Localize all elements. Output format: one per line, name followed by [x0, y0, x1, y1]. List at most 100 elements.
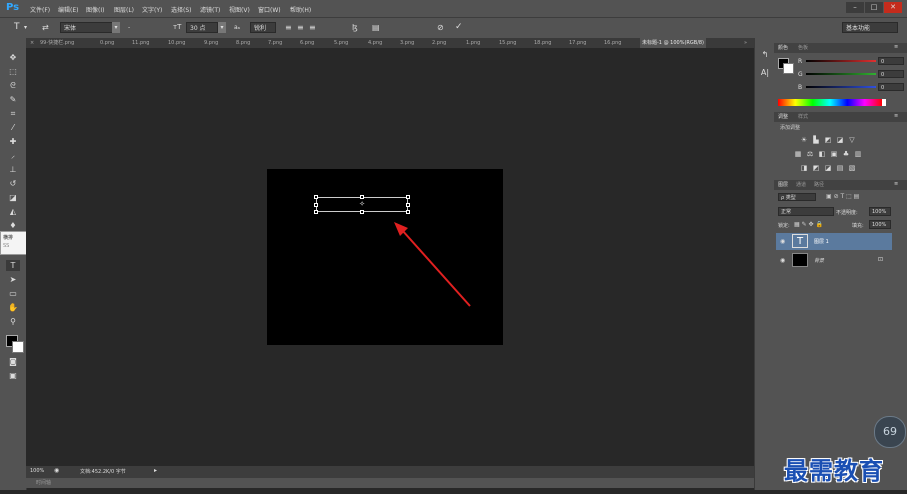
- tab-overflow-icon[interactable]: »: [744, 38, 747, 48]
- posterize-icon[interactable]: ◩: [812, 165, 820, 172]
- tab-color[interactable]: 颜色: [778, 44, 788, 51]
- tab-adjustments[interactable]: 调整: [778, 113, 788, 120]
- menu-view[interactable]: 视图(V): [229, 5, 250, 14]
- eyedropper-tool-icon[interactable]: ⁄: [6, 122, 20, 133]
- healing-brush-tool-icon[interactable]: ✚: [6, 136, 20, 147]
- bg-color-chip[interactable]: [783, 63, 794, 74]
- levels-icon[interactable]: ▙: [812, 137, 820, 144]
- menu-help[interactable]: 帮助(H): [290, 5, 311, 14]
- horizontal-type-tool-icon[interactable]: T: [6, 260, 20, 271]
- maximize-button[interactable]: □: [865, 2, 883, 13]
- white-swatch[interactable]: [882, 99, 886, 106]
- background-color-swatch[interactable]: [12, 341, 24, 353]
- layer-kind-filter[interactable]: ρ 类型: [778, 193, 816, 201]
- document-tab-active[interactable]: 未标题-1 @ 100%(RGB/8): [640, 38, 707, 48]
- document-tab[interactable]: 99-快捷栏.png: [40, 38, 74, 48]
- color-spectrum-bar[interactable]: [778, 99, 882, 106]
- transform-handle[interactable]: [360, 195, 364, 199]
- quick-mask-icon[interactable]: ◙: [6, 356, 20, 367]
- font-size-select[interactable]: 30 点: [186, 22, 218, 33]
- antialias-select[interactable]: 锐利: [250, 22, 276, 33]
- gradient-map-icon[interactable]: ▤: [836, 165, 844, 172]
- document-tab[interactable]: 2.png: [432, 38, 446, 48]
- panel-menu-icon[interactable]: ≡: [894, 181, 898, 187]
- blue-slider[interactable]: [806, 86, 876, 88]
- lasso-tool-icon[interactable]: ᘓ: [6, 80, 20, 91]
- font-style-select[interactable]: -: [128, 22, 130, 33]
- document-tab[interactable]: 10.png: [168, 38, 185, 48]
- photo-filter-icon[interactable]: ▣: [830, 151, 838, 158]
- font-family-select[interactable]: 宋体: [60, 22, 118, 33]
- font-size-dropdown-icon[interactable]: ▾: [218, 22, 226, 33]
- hue-saturation-icon[interactable]: ▦: [794, 151, 802, 158]
- transform-handle[interactable]: [406, 210, 410, 214]
- eye-icon[interactable]: ◉: [780, 238, 785, 245]
- transform-handle[interactable]: [314, 210, 318, 214]
- green-value[interactable]: 0: [878, 70, 904, 78]
- invert-icon[interactable]: ◨: [800, 165, 808, 172]
- timeline-label[interactable]: 时间轴: [36, 479, 51, 486]
- align-center-icon[interactable]: ≡: [297, 22, 304, 33]
- menu-image[interactable]: 图像(I): [86, 5, 104, 14]
- document-tab[interactable]: 11.png: [132, 38, 149, 48]
- tab-styles[interactable]: 样式: [798, 113, 808, 120]
- transform-handle[interactable]: [360, 210, 364, 214]
- history-panel-icon[interactable]: ↰: [759, 50, 771, 62]
- marquee-tool-icon[interactable]: ⬚: [6, 66, 20, 77]
- zoom-level[interactable]: 100%: [30, 468, 44, 474]
- rectangle-tool-icon[interactable]: ▭: [6, 288, 20, 299]
- document-tab[interactable]: 4.png: [368, 38, 382, 48]
- exposure-icon[interactable]: ◪: [836, 137, 844, 144]
- curves-icon[interactable]: ◩: [824, 137, 832, 144]
- fill-input[interactable]: 100%: [869, 220, 891, 229]
- brightness-icon[interactable]: ☀: [800, 137, 808, 144]
- type-tool-preset-icon[interactable]: T: [14, 22, 20, 33]
- document-tab[interactable]: 8.png: [236, 38, 250, 48]
- transform-handle[interactable]: [406, 203, 410, 207]
- commit-edit-icon[interactable]: ✓: [455, 22, 463, 33]
- transform-handle[interactable]: [406, 195, 410, 199]
- black-white-icon[interactable]: ◧: [818, 151, 826, 158]
- menu-select[interactable]: 选择(S): [171, 5, 192, 14]
- blend-mode-select[interactable]: 正常: [778, 207, 834, 216]
- brush-tool-icon[interactable]: ⸝: [6, 150, 20, 161]
- color-lookup-icon[interactable]: ▥: [854, 151, 862, 158]
- close-button[interactable]: ✕: [884, 2, 902, 13]
- zoom-tool-icon[interactable]: ⚲: [6, 316, 20, 327]
- align-left-icon[interactable]: ≡: [285, 22, 292, 33]
- align-right-icon[interactable]: ≡: [309, 22, 316, 33]
- path-selection-tool-icon[interactable]: ➤: [6, 274, 20, 285]
- blur-tool-icon[interactable]: ♦: [6, 220, 20, 231]
- menu-file[interactable]: 文件(F): [30, 5, 50, 14]
- vibrance-icon[interactable]: ▽: [848, 137, 856, 144]
- workspace-select[interactable]: 基本功能: [842, 22, 898, 33]
- character-panel-icon[interactable]: ▤: [372, 22, 380, 33]
- threshold-icon[interactable]: ◪: [824, 165, 832, 172]
- green-slider[interactable]: [806, 73, 876, 75]
- menu-window[interactable]: 窗口(W): [258, 5, 281, 14]
- red-value[interactable]: 0: [878, 57, 904, 65]
- menu-type[interactable]: 文字(Y): [142, 5, 162, 14]
- document-tab[interactable]: 1.png: [466, 38, 480, 48]
- character-panel-icon[interactable]: A|: [759, 68, 771, 80]
- document-tab[interactable]: 3.png: [400, 38, 414, 48]
- layer-name[interactable]: 背景: [814, 257, 824, 264]
- opacity-input[interactable]: 100%: [869, 207, 891, 216]
- tab-paths[interactable]: 路径: [814, 181, 824, 188]
- clone-stamp-tool-icon[interactable]: ⊥: [6, 164, 20, 175]
- tab-layers[interactable]: 图层: [778, 181, 788, 188]
- document-tab[interactable]: 6.png: [300, 38, 314, 48]
- font-family-dropdown-icon[interactable]: ▾: [112, 22, 120, 33]
- warp-text-icon[interactable]: ɮ: [352, 22, 358, 33]
- screen-mode-icon[interactable]: ▣: [6, 370, 20, 381]
- minimize-button[interactable]: –: [846, 2, 864, 13]
- document-tab[interactable]: 9.png: [204, 38, 218, 48]
- eye-icon[interactable]: ◉: [780, 257, 785, 264]
- reference-point-icon[interactable]: ✧: [358, 200, 366, 208]
- document-tab[interactable]: 5.png: [334, 38, 348, 48]
- tab-close-icon[interactable]: ×: [30, 38, 34, 48]
- menu-layer[interactable]: 图层(L): [114, 5, 134, 14]
- history-brush-tool-icon[interactable]: ↺: [6, 178, 20, 189]
- layer-row[interactable]: ◉ 背景 ⊡: [776, 252, 892, 269]
- lock-options-icons[interactable]: ▦ ✎ ✥ 🔒: [794, 221, 823, 228]
